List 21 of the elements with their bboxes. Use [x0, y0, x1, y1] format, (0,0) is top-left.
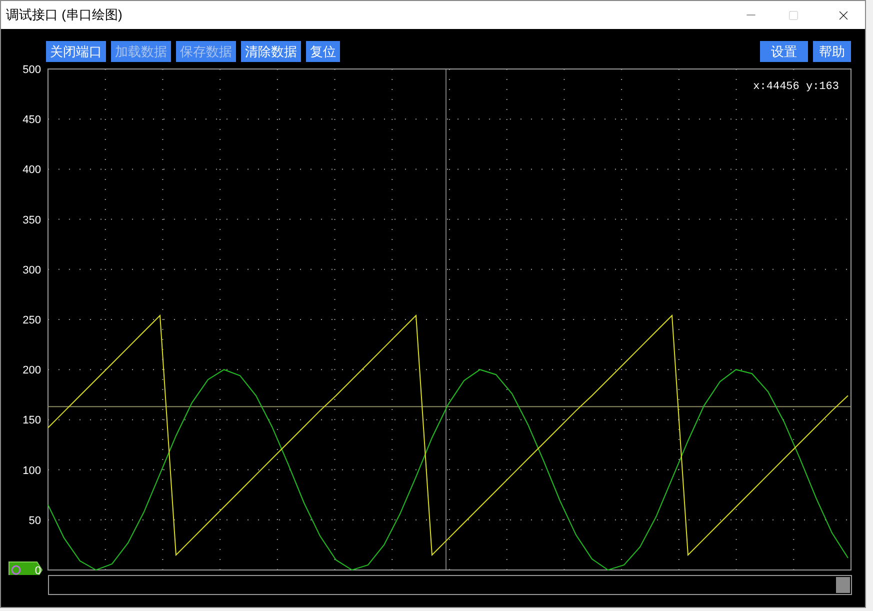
- cursor-readout: x:44456 y:163: [753, 81, 839, 93]
- y-axis-label: 100: [22, 464, 41, 477]
- y-axis-label: 200: [22, 364, 41, 377]
- toolbar-button[interactable]: 关闭端口: [46, 41, 106, 62]
- scrollbar-thumb[interactable]: [836, 577, 850, 593]
- y-axis-label: 0: [34, 565, 41, 575]
- toolbar-button[interactable]: 帮助: [813, 41, 851, 62]
- y-axis-label: 150: [22, 414, 41, 427]
- y-axis-label: 350: [22, 214, 41, 226]
- y-axis-label: 250: [22, 314, 41, 326]
- y-axis-label: 400: [22, 164, 41, 176]
- channel-marker-icon[interactable]: [8, 562, 43, 575]
- horizontal-scrollbar[interactable]: [48, 575, 852, 595]
- toolbar-button[interactable]: 设置: [760, 41, 808, 62]
- y-axis-label: 50: [28, 514, 41, 527]
- y-axis-label: 300: [22, 264, 41, 276]
- y-axis-label: 450: [22, 114, 41, 126]
- toolbar-button[interactable]: 复位: [306, 41, 340, 62]
- y-axis-label: 500: [22, 64, 41, 76]
- window-title: 调试接口 (串口绘图): [6, 6, 122, 24]
- toolbar-button[interactable]: 清除数据: [241, 41, 301, 62]
